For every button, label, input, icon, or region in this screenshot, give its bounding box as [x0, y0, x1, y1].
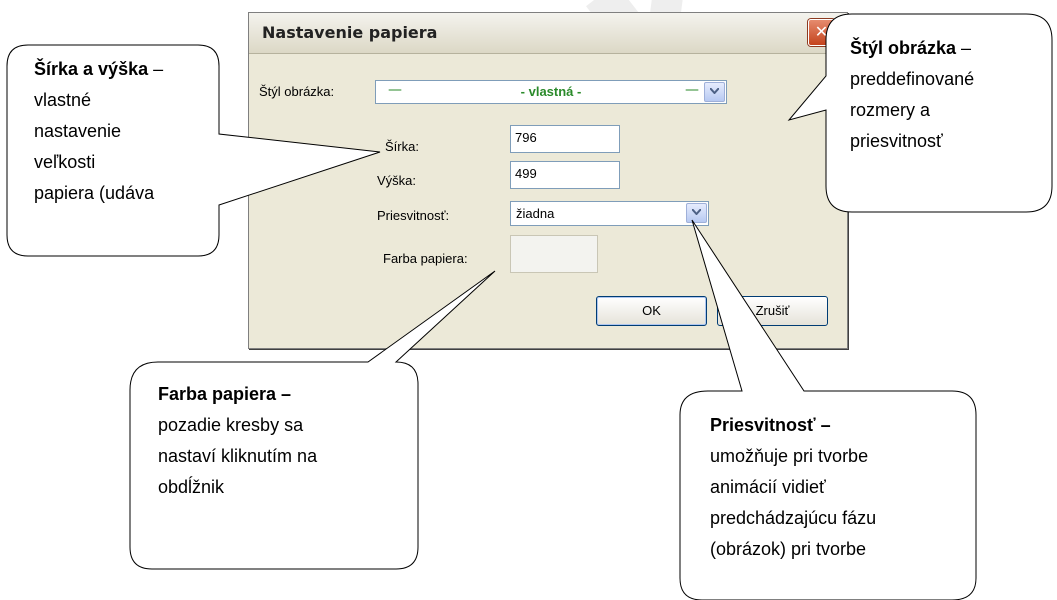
- size-callout-line: vlastné: [34, 90, 92, 110]
- color-callout-line: pozadie kresby sa: [158, 415, 304, 435]
- transparency-callout-line: predchádzajúcu fázu: [710, 508, 877, 528]
- style-callout-line: preddefinované: [850, 69, 975, 89]
- color-callout-line: obdĺžnik: [158, 477, 225, 497]
- style-callout-title: Štýl obrázka: [850, 38, 957, 58]
- size-callout-line: nastavenie: [34, 121, 122, 141]
- size-callout-dash: –: [148, 59, 164, 79]
- size-callout-text: Šírka a výška – vlastné nastavenie veľko…: [34, 54, 163, 209]
- color-callout-title: Farba papiera –: [158, 384, 292, 404]
- size-callout-line: veľkosti: [34, 152, 96, 172]
- color-callout-line: nastaví kliknutím na: [158, 446, 318, 466]
- transparency-callout-line: animácií vidieť: [710, 477, 826, 497]
- style-callout-dash: –: [956, 38, 972, 58]
- size-callout-title: Šírka a výška: [34, 59, 149, 79]
- transparency-callout-line: umožňuje pri tvorbe: [710, 446, 869, 466]
- style-callout-text: Štýl obrázka – preddefinované rozmery a …: [850, 33, 974, 157]
- color-callout-text: Farba papiera – pozadie kresby sa nastav…: [158, 379, 317, 503]
- transparency-callout-title: Priesvitnosť –: [710, 415, 831, 435]
- style-callout-line: priesvitnosť: [850, 131, 943, 151]
- size-callout-line: papiera (udáva: [34, 183, 155, 203]
- style-callout-line: rozmery a: [850, 100, 931, 120]
- transparency-callout-line: (obrázok) pri tvorbe: [710, 539, 867, 559]
- transparency-callout-text: Priesvitnosť – umožňuje pri tvorbe animá…: [710, 410, 876, 565]
